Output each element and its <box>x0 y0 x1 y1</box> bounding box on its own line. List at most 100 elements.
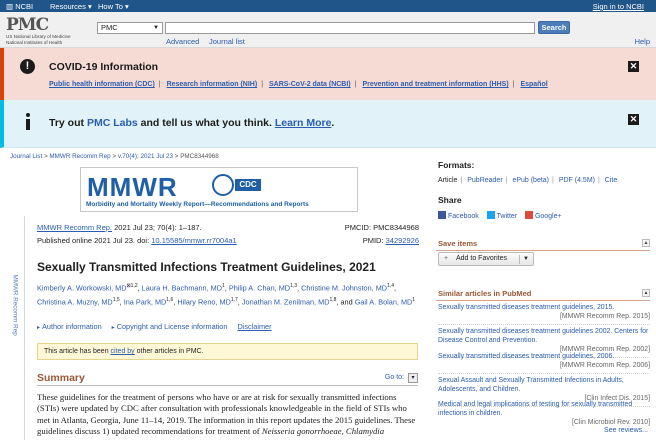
pmc-labs-banner: Try out PMC Labs and tell us what you th… <box>0 100 656 148</box>
share-google-plus[interactable]: Google+ <box>524 211 562 220</box>
author-link[interactable]: Gail A. Bolan, MD <box>355 298 413 307</box>
logo-sub-line-2: National Institutes of Health <box>6 39 63 45</box>
google-plus-label: Google+ <box>534 213 562 220</box>
author-tools: ▸ Author information ▸ Copyright and Licen… <box>37 322 272 331</box>
author-link[interactable]: Christine M. Johnston, MD <box>301 283 387 292</box>
separator: | <box>512 81 515 88</box>
facebook-icon <box>438 211 446 219</box>
journal-citation-link[interactable]: MMWR Recomm Rep. <box>37 223 112 232</box>
goto-label[interactable]: Go to: <box>385 374 404 381</box>
database-select[interactable]: PMC ▼ <box>97 22 163 34</box>
side-journal-label[interactable]: MMWR Recomm Rep <box>8 274 19 354</box>
cited-prefix: This article has been <box>44 348 109 355</box>
copyright-toggle[interactable]: ▸ Copyright and License information <box>112 322 228 331</box>
author-link[interactable]: Jonathan M. Zenilman, MD <box>242 298 330 307</box>
author-link[interactable]: Philip A. Chan, MD <box>229 283 290 292</box>
search-button[interactable]: Search <box>538 21 570 34</box>
labs-period: . <box>331 117 335 129</box>
save-items-header[interactable]: Save items ▲ <box>436 238 650 251</box>
separator: | <box>261 81 264 88</box>
pmc-labs-link[interactable]: PMC Labs <box>87 117 138 129</box>
share-facebook[interactable]: Facebook <box>438 211 479 220</box>
help-link[interactable]: Help <box>635 37 650 46</box>
sign-in-link[interactable]: Sign in to NCBI <box>593 2 644 11</box>
chevron-down-icon: ▼ <box>153 25 159 31</box>
format-epub[interactable]: ePub (beta) <box>512 177 549 184</box>
breadcrumb-journal[interactable]: MMWR Recomm Rep <box>49 153 110 160</box>
cdc-logo: CDC <box>235 179 261 191</box>
labs-prefix: Try out <box>49 117 85 129</box>
breadcrumb-current: PMC8344968 <box>180 153 219 160</box>
chevron-right-icon: ▸ <box>111 325 115 331</box>
pmid-label: PMID: <box>362 236 384 245</box>
search-input[interactable] <box>165 22 535 34</box>
similar-article-link[interactable]: Sexual Assault and Sexually Transmitted … <box>438 376 650 394</box>
advanced-search-link[interactable]: Advanced <box>166 37 199 46</box>
cited-by-link[interactable]: cited by <box>111 348 135 355</box>
chevron-down-icon[interactable]: ▾ <box>408 373 418 383</box>
mmwr-banner[interactable]: MMWR CDC Morbidity and Mortality Weekly … <box>80 167 358 212</box>
see-reviews-link[interactable]: See reviews... <box>604 427 648 434</box>
covid-banner: ! COVID-19 Information Public health inf… <box>0 48 656 100</box>
similar-article-item: Sexually transmitted diseases treatment … <box>438 303 650 325</box>
similar-article-source: [MMWR Recomm Rep. 2015] <box>560 313 650 320</box>
collapse-icon[interactable]: ▲ <box>642 289 650 297</box>
article-title: Sexually Transmitted Infections Treatmen… <box>37 260 376 274</box>
format-pdf[interactable]: PDF (4.5M) <box>559 177 595 184</box>
affiliation-mark: 1,3 <box>290 283 298 289</box>
chevron-down-icon[interactable]: ▼ <box>523 253 529 265</box>
author-link[interactable]: Laura H. Bachmann, MD <box>142 283 222 292</box>
database-selected-value: PMC <box>101 23 118 32</box>
format-pubreader[interactable]: PubReader <box>467 177 502 184</box>
close-icon[interactable]: ✕ <box>628 114 639 125</box>
share-twitter[interactable]: Twitter <box>486 211 517 220</box>
summary-italic: Neisseria gonorrhoeae, Chlamydia <box>261 425 385 436</box>
cited-suffix: other articles in PMC. <box>136 348 204 355</box>
hhs-seal-icon <box>212 174 234 196</box>
affiliation-mark: 1 <box>412 297 416 304</box>
author-link[interactable]: Christina A. Muzny, MD <box>37 298 113 307</box>
breadcrumb-separator: > <box>112 153 117 160</box>
covid-link-hhs[interactable]: Prevention and treatment information (HH… <box>362 81 508 88</box>
disclaimer-link[interactable]: Disclaimer <box>237 322 271 331</box>
format-cite[interactable]: Cite <box>605 177 617 184</box>
author-link[interactable]: Hilary Reno, MD <box>177 298 231 307</box>
pmc-header: PMC US National Library of Medicine Nati… <box>0 12 656 48</box>
pmc-logo-text: PMC <box>6 15 49 35</box>
breadcrumb-journal-list[interactable]: Journal List <box>10 153 42 160</box>
similar-article-link[interactable]: Sexually transmitted diseases treatment … <box>438 327 650 345</box>
covid-link-cdc[interactable]: Public health information (CDC) <box>49 81 155 88</box>
breadcrumb-issue[interactable]: v.70(4); 2021 Jul 23 <box>118 153 173 160</box>
author-link[interactable]: Ina Park, MD <box>124 298 167 307</box>
author-info-toggle[interactable]: ▸ Author information <box>37 322 102 331</box>
similar-article-link[interactable]: Sexually transmitted diseases treatment … <box>438 352 650 361</box>
separator: | <box>158 81 161 88</box>
similar-articles-header[interactable]: Similar articles in PubMed ▲ <box>436 288 650 301</box>
citation-volume: 2021 Jul 23; 70(4): 1–187. <box>114 223 202 232</box>
pmc-logo[interactable]: PMC US National Library of Medicine Nati… <box>6 15 76 45</box>
add-to-favorites-button[interactable]: + Add to Favorites ▼ <box>438 252 534 266</box>
author-link[interactable]: Kimberly A. Workowski, MD <box>37 283 126 292</box>
affiliation-mark: 1,4 <box>387 283 395 289</box>
similar-article-link[interactable]: Sexually transmitted diseases treatment … <box>438 303 650 312</box>
alert-icon: ! <box>20 59 35 74</box>
chevron-down-icon: ▾ <box>124 2 129 11</box>
pmid-link[interactable]: 34292926 <box>386 236 419 245</box>
ncbi-logo[interactable]: ▥ NCBI <box>6 2 33 11</box>
author-info-label: Author information <box>42 322 102 331</box>
learn-more-link[interactable]: Learn More <box>275 117 332 129</box>
journal-list-link[interactable]: Journal list <box>209 37 245 46</box>
covid-link-espanol[interactable]: Español <box>520 81 547 88</box>
plus-icon: + <box>444 255 449 262</box>
doi-link[interactable]: 10.15585/mmwr.rr7004a1 <box>151 236 236 245</box>
covid-link-ncbi[interactable]: SARS-CoV-2 data (NCBI) <box>269 81 351 88</box>
resources-menu[interactable]: Resources ▾ <box>50 2 92 11</box>
howto-menu[interactable]: How To ▾ <box>98 2 129 11</box>
collapse-icon[interactable]: ▲ <box>642 239 650 247</box>
save-items-title: Save items <box>438 239 478 248</box>
similar-article-link[interactable]: Medical and legal implications of testin… <box>438 400 650 418</box>
close-icon[interactable]: ✕ <box>628 61 639 72</box>
covid-link-nih[interactable]: Research information (NIH) <box>167 81 258 88</box>
similar-article-source: [MMWR Recomm Rep. 2006] <box>560 362 650 369</box>
similar-article-source: [Clin Microbiol Rev. 2010] <box>572 419 650 426</box>
